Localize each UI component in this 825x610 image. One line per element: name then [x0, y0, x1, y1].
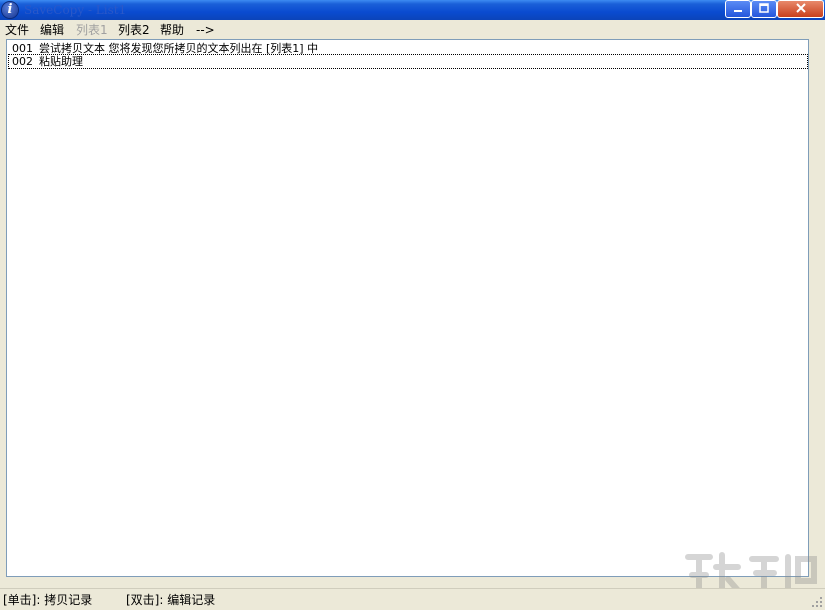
menu-list1[interactable]: 列表1 [76, 22, 108, 38]
maximize-button[interactable] [751, 0, 777, 18]
menu-help[interactable]: 帮助 [160, 22, 184, 38]
status-single-click: [单击]: 拷贝记录 [3, 593, 93, 607]
resize-grip-icon[interactable] [811, 596, 823, 608]
menu-bar: 文件 编辑 列表1 列表2 帮助 --> [0, 20, 825, 39]
status-bar: [单击]: 拷贝记录 [双击]: 编辑记录 [0, 588, 825, 610]
maximize-icon [759, 3, 769, 13]
row-number: 001 [12, 42, 33, 55]
row-text: 尝试拷贝文本 您将发现您所拷贝的文本列出在 [列表1] 中 [39, 42, 319, 55]
title-bar[interactable]: i SaveCopy - List1 [0, 0, 825, 21]
list-item[interactable]: 002 粘贴助理 [8, 54, 808, 69]
window-title: SaveCopy - List1 [24, 3, 127, 17]
row-text: 粘贴助理 [39, 55, 83, 68]
list-item[interactable]: 001 尝试拷贝文本 您将发现您所拷贝的文本列出在 [列表1] 中 [9, 42, 807, 55]
minimize-button[interactable] [725, 0, 751, 18]
minimize-icon [734, 10, 742, 12]
row-number: 002 [12, 55, 33, 68]
menu-file[interactable]: 文件 [5, 22, 29, 38]
menu-list2[interactable]: 列表2 [118, 22, 150, 38]
menu-arrow[interactable]: --> [196, 22, 215, 38]
menu-edit[interactable]: 编辑 [40, 22, 64, 38]
close-button[interactable] [777, 0, 824, 18]
status-double-click: [双击]: 编辑记录 [126, 593, 216, 607]
info-i-icon[interactable]: i [2, 2, 18, 18]
record-list[interactable]: 001 尝试拷贝文本 您将发现您所拷贝的文本列出在 [列表1] 中 002 粘贴… [6, 39, 809, 577]
close-icon [795, 3, 806, 13]
